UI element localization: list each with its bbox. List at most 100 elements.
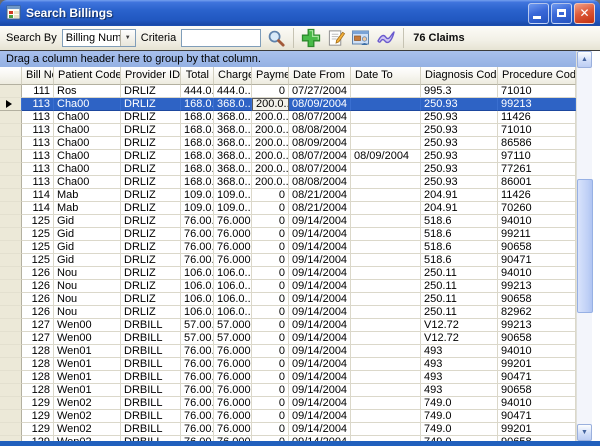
grid-cell[interactable]: 128 [22,345,54,358]
grid-cell[interactable]: 114 [22,202,54,215]
grid-cell[interactable] [351,241,421,254]
row-indicator[interactable] [0,436,22,441]
row-indicator[interactable] [0,163,22,176]
grid-cell[interactable] [351,293,421,306]
grid-cell[interactable]: 09/14/2004 [289,306,351,319]
grid-cell[interactable]: 08/09/2004 [351,150,421,163]
grid-cell[interactable]: 76.0000 [214,384,252,397]
grid-cell[interactable]: 109.0... [181,189,214,202]
grid-cell[interactable]: 113 [22,98,54,111]
grid-cell[interactable]: 0 [252,332,289,345]
table-row[interactable]: 113Cha00DRLIZ168.0...368.0...200.0...08/… [0,150,576,163]
grid-cell[interactable]: 0 [252,423,289,436]
grid-cell[interactable]: 127 [22,332,54,345]
grid-cell[interactable]: 0 [252,85,289,98]
grid-cell[interactable]: 0 [252,410,289,423]
grid-cell[interactable] [351,371,421,384]
grid-cell[interactable]: 106.0... [181,267,214,280]
minimize-button[interactable] [528,3,549,24]
grid-cell[interactable]: 90658 [498,436,576,441]
table-row[interactable]: 129Wen02DRBILL76.00...76.0000009/14/2004… [0,423,576,436]
grid-cell[interactable]: 76.00... [181,423,214,436]
grid-cell[interactable]: 99211 [498,228,576,241]
grid-cell[interactable]: 250.93 [421,124,498,137]
row-indicator[interactable] [0,111,22,124]
grid-cell[interactable]: 114 [22,189,54,202]
row-indicator[interactable] [0,176,22,189]
grid-cell[interactable]: 08/08/2004 [289,124,351,137]
grid-cell[interactable]: 113 [22,176,54,189]
grid-cell[interactable]: Wen01 [54,384,121,397]
grid-cell[interactable]: 204.91 [421,189,498,202]
grid-cell[interactable]: 106.0... [181,306,214,319]
grid-cell[interactable]: 126 [22,280,54,293]
grid-cell[interactable]: 09/14/2004 [289,423,351,436]
grid-cell[interactable]: DRBILL [121,345,181,358]
table-row[interactable]: 113Cha00DRLIZ168.0...368.0...200.0...08/… [0,98,576,111]
table-row[interactable]: 128Wen01DRBILL76.00...76.0000009/14/2004… [0,371,576,384]
grid-cell[interactable]: 250.93 [421,111,498,124]
row-indicator[interactable] [0,319,22,332]
scrollbar-thumb[interactable] [577,179,593,313]
grid-cell[interactable]: 94010 [498,215,576,228]
add-claim-button[interactable] [301,28,321,48]
grid-cell[interactable]: 09/14/2004 [289,215,351,228]
row-indicator[interactable] [0,202,22,215]
grid-cell[interactable]: Nou [54,306,121,319]
row-indicator[interactable] [0,371,22,384]
grid-cell[interactable]: 128 [22,358,54,371]
grid-cell[interactable]: 76.00... [181,384,214,397]
column-header-bill-no[interactable]: Bill No. [22,67,54,85]
row-indicator[interactable] [0,98,22,111]
row-indicator[interactable] [0,410,22,423]
grid-cell[interactable]: 09/14/2004 [289,384,351,397]
grid-cell[interactable] [351,85,421,98]
grid-cell[interactable]: 11426 [498,189,576,202]
grid-cell[interactable]: 76.0000 [214,254,252,267]
grid-cell[interactable]: 76.00... [181,345,214,358]
grid-cell[interactable]: 749.0 [421,423,498,436]
grid-cell[interactable]: 368.0... [214,111,252,124]
table-row[interactable]: 125GidDRLIZ76.00...76.0000009/14/2004518… [0,228,576,241]
grid-cell[interactable] [351,332,421,345]
grid-cell[interactable]: 0 [252,280,289,293]
grid-cell[interactable]: 90658 [498,384,576,397]
grid-cell[interactable]: 200.0... [252,150,289,163]
row-indicator[interactable] [0,332,22,345]
grid-cell[interactable] [351,98,421,111]
column-header-date-from[interactable]: Date From [289,67,351,85]
table-row[interactable]: 113Cha00DRLIZ168.0...368.0...200.0...08/… [0,137,576,150]
table-row[interactable]: 113Cha00DRLIZ168.0...368.0...200.0...08/… [0,111,576,124]
grid-cell[interactable]: 08/07/2004 [289,150,351,163]
grid-cell[interactable]: 749.0 [421,397,498,410]
grid-cell[interactable]: 76.0000 [214,241,252,254]
grid-cell[interactable]: V12.72 [421,332,498,345]
grid-cell[interactable]: Cha00 [54,176,121,189]
grid-cell[interactable]: DRBILL [121,371,181,384]
grid-cell[interactable] [351,137,421,150]
grid-cell[interactable]: 125 [22,228,54,241]
grid-cell[interactable]: 76.0000 [214,228,252,241]
grid-cell[interactable]: 0 [252,241,289,254]
grid-cell[interactable]: 99213 [498,280,576,293]
grid-cell[interactable]: 106.0... [214,306,252,319]
table-row[interactable]: 114MabDRLIZ109.0...109.0...008/21/200420… [0,202,576,215]
grid-cell[interactable]: 71010 [498,124,576,137]
grid-cell[interactable]: DRLIZ [121,293,181,306]
grid-cell[interactable] [351,384,421,397]
row-indicator[interactable] [0,358,22,371]
grid-cell[interactable]: 200.0... [252,124,289,137]
grid-cell[interactable]: 0 [252,306,289,319]
grid-cell[interactable]: 57.0000 [214,332,252,345]
grid-cell[interactable]: 90471 [498,410,576,423]
grid-cell[interactable]: 76.0000 [214,371,252,384]
grid-cell[interactable]: 200.0... [252,176,289,189]
grid-cell[interactable]: 90471 [498,254,576,267]
grid-cell[interactable]: 09/14/2004 [289,293,351,306]
grid-cell[interactable]: 08/21/2004 [289,189,351,202]
grid-cell[interactable]: 09/14/2004 [289,267,351,280]
row-indicator[interactable] [0,241,22,254]
grid-cell[interactable]: 99201 [498,423,576,436]
grid-cell[interactable]: 09/14/2004 [289,241,351,254]
row-indicator[interactable] [0,228,22,241]
